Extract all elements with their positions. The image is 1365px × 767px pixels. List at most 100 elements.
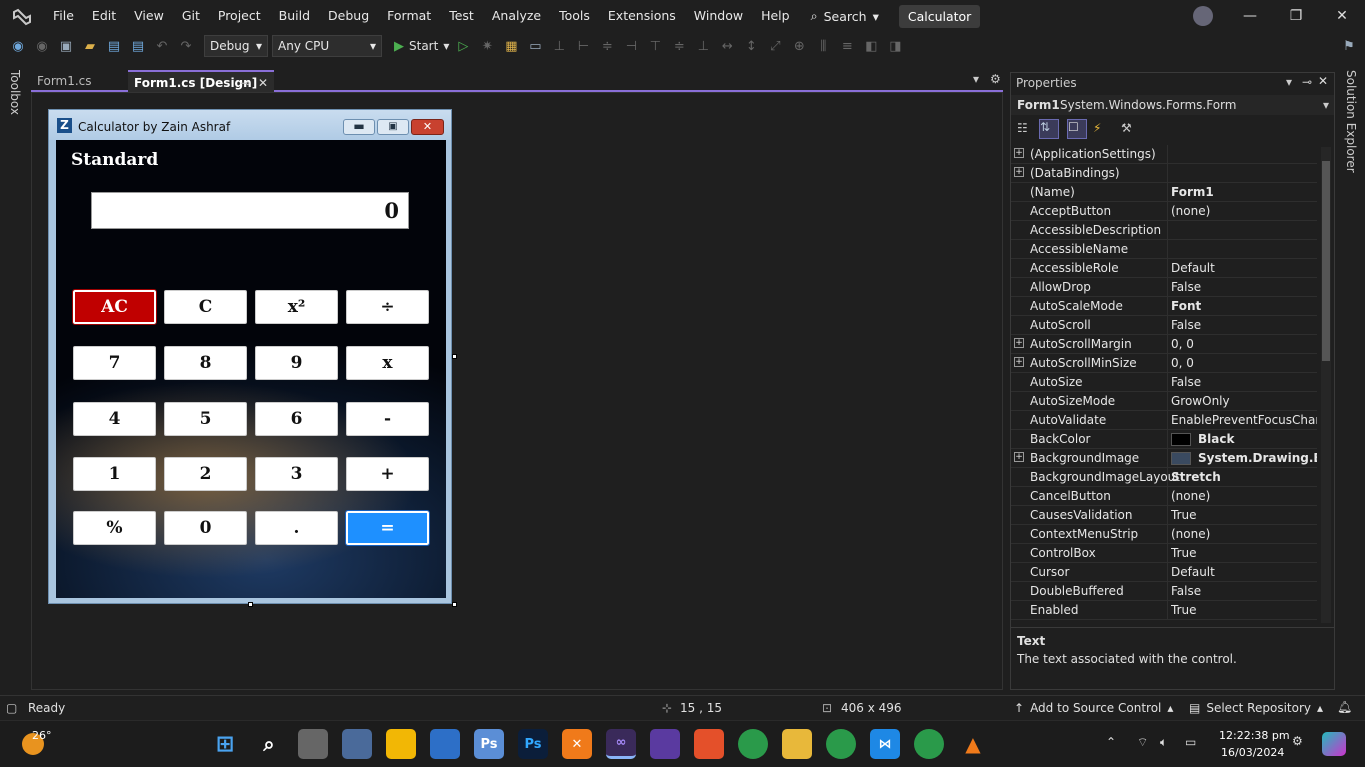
align-icon[interactable]: ⊥ xyxy=(549,36,569,56)
expand-icon[interactable]: + xyxy=(1014,357,1024,367)
add-to-source-control-button[interactable]: ↑ Add to Source Control ▴ xyxy=(1014,701,1173,715)
clock-time[interactable]: 12:22:38 pm xyxy=(1219,729,1290,742)
resize-handle-right[interactable] xyxy=(452,354,457,359)
expand-icon[interactable]: + xyxy=(1014,338,1024,348)
property-row[interactable]: AccessibleDescription xyxy=(1011,221,1317,240)
menu-analyze[interactable]: Analyze xyxy=(483,0,550,32)
calc-button-3-0[interactable]: 1 xyxy=(73,457,156,491)
feedback-icon[interactable]: ⚑ xyxy=(1339,36,1359,56)
menu-extensions[interactable]: Extensions xyxy=(599,0,685,32)
calc-button-0-1[interactable]: C xyxy=(164,290,247,324)
property-row[interactable]: Enabled True xyxy=(1011,601,1317,620)
photos-icon[interactable] xyxy=(342,729,372,759)
calc-button-3-3[interactable]: + xyxy=(346,457,429,491)
wifi-icon[interactable]: ⌔ xyxy=(1137,735,1148,750)
expand-icon[interactable]: + xyxy=(1014,148,1024,158)
align-left-icon[interactable]: ⊢ xyxy=(573,36,593,56)
restore-icon[interactable]: ❐ xyxy=(1273,0,1319,32)
property-row[interactable]: ContextMenuStrip (none) xyxy=(1011,525,1317,544)
menu-build[interactable]: Build xyxy=(270,0,319,32)
calc-button-1-0[interactable]: 7 xyxy=(73,346,156,380)
battery-icon[interactable]: ▭ xyxy=(1185,735,1196,749)
select-repository-button[interactable]: ▤ Select Repository ▴ xyxy=(1189,701,1323,715)
property-row[interactable]: (Name) Form1 xyxy=(1011,183,1317,202)
property-row[interactable]: + AutoScrollMargin 0, 0 xyxy=(1011,335,1317,354)
volume-icon[interactable]: 🔈︎ xyxy=(1160,735,1167,750)
menu-tools[interactable]: Tools xyxy=(550,0,599,32)
calc-button-4-1[interactable]: 0 xyxy=(164,511,247,545)
chrome-profile-2-icon[interactable] xyxy=(914,729,944,759)
menu-format[interactable]: Format xyxy=(378,0,440,32)
solution-explorer-icon[interactable]: ▦ xyxy=(501,36,521,56)
calc-button-1-2[interactable]: 9 xyxy=(255,346,338,380)
property-row[interactable]: BackgroundImageLayout Stretch xyxy=(1011,468,1317,487)
layout-icon[interactable]: ▭ xyxy=(525,36,545,56)
redo-icon[interactable]: ↷ xyxy=(176,36,196,56)
menu-help[interactable]: Help xyxy=(752,0,799,32)
menu-edit[interactable]: Edit xyxy=(83,0,125,32)
calc-button-0-2[interactable]: x² xyxy=(255,290,338,324)
scrollbar-thumb[interactable] xyxy=(1322,161,1330,361)
output-icon[interactable]: ▢ xyxy=(6,701,17,715)
calc-button-2-3[interactable]: - xyxy=(346,402,429,436)
notifications-icon[interactable]: 🔔︎ xyxy=(1337,700,1352,714)
chrome-profile-icon[interactable] xyxy=(826,729,856,759)
clock-date[interactable]: 16/03/2024 xyxy=(1221,746,1284,759)
align-bottom-icon[interactable]: ⊥ xyxy=(693,36,713,56)
search-box[interactable]: ⌕ Search ▾ xyxy=(799,8,891,24)
platform-dropdown[interactable]: Any CPU ▾ xyxy=(272,35,382,57)
property-row[interactable]: ControlBox True xyxy=(1011,544,1317,563)
menu-debug[interactable]: Debug xyxy=(319,0,378,32)
tab-form1-cs[interactable]: Form1.cs xyxy=(31,70,128,92)
resize-handle-bottom[interactable] xyxy=(248,602,253,607)
notification-center-icon[interactable]: ⚙ xyxy=(1292,734,1303,748)
align-top-icon[interactable]: ⊤ xyxy=(645,36,665,56)
calc-button-0-3[interactable]: ÷ xyxy=(346,290,429,324)
size-height-icon[interactable]: ↕ xyxy=(741,36,761,56)
spacing-icon[interactable]: ⫼ xyxy=(813,36,833,56)
property-scrollbar[interactable] xyxy=(1321,147,1331,623)
property-row[interactable]: AutoScroll False xyxy=(1011,316,1317,335)
vlc-icon[interactable]: ▲ xyxy=(958,729,988,759)
send-back-icon[interactable]: ◨ xyxy=(885,36,905,56)
chrome-icon[interactable] xyxy=(738,729,768,759)
property-row[interactable]: Cursor Default xyxy=(1011,563,1317,582)
align-center-icon[interactable]: ≑ xyxy=(597,36,617,56)
user-avatar[interactable] xyxy=(1193,6,1213,26)
form-close-icon[interactable]: ✕ xyxy=(411,119,444,135)
property-row[interactable]: AccessibleRole Default xyxy=(1011,259,1317,278)
hot-reload-icon[interactable]: ✷ xyxy=(477,36,497,56)
alphabetical-icon[interactable]: ⇅ xyxy=(1039,119,1059,139)
calc-button-3-1[interactable]: 2 xyxy=(164,457,247,491)
calc-button-4-0[interactable]: % xyxy=(73,511,156,545)
events-icon[interactable]: ⚡ xyxy=(1093,121,1101,135)
calc-button-1-1[interactable]: 8 xyxy=(164,346,247,380)
align-middle-icon[interactable]: ≑ xyxy=(669,36,689,56)
calc-button-2-0[interactable]: 4 xyxy=(73,402,156,436)
vertical-spacing-icon[interactable]: ≡ xyxy=(837,36,857,56)
calc-button-2-1[interactable]: 5 xyxy=(164,402,247,436)
vscode-icon[interactable]: ⋈ xyxy=(870,729,900,759)
close-panel-icon[interactable]: ✕ xyxy=(1318,74,1328,88)
copilot-icon[interactable] xyxy=(1322,732,1346,756)
configuration-dropdown[interactable]: Debug ▾ xyxy=(204,35,268,57)
property-row[interactable]: AutoSizeMode GrowOnly xyxy=(1011,392,1317,411)
pin-icon[interactable]: ⊸ xyxy=(1302,75,1312,89)
resize-handle-corner[interactable] xyxy=(452,602,457,607)
calculator-form[interactable]: Z Calculator by Zain Ashraf ▬ ▣ ✕ Standa… xyxy=(48,109,457,607)
property-row[interactable]: AllowDrop False xyxy=(1011,278,1317,297)
menu-window[interactable]: Window xyxy=(685,0,752,32)
start-button[interactable]: ▶ Start ▾ xyxy=(394,39,449,54)
photoshop-icon[interactable]: Ps xyxy=(518,729,548,759)
calc-button-3-2[interactable]: 3 xyxy=(255,457,338,491)
property-row[interactable]: BackColor Black xyxy=(1011,430,1317,449)
notes-icon[interactable] xyxy=(386,729,416,759)
pin-icon[interactable]: ⊸ xyxy=(240,72,250,94)
open-folder-icon[interactable]: ▰ xyxy=(80,36,100,56)
property-row[interactable]: AcceptButton (none) xyxy=(1011,202,1317,221)
property-row[interactable]: AutoScaleMode Font xyxy=(1011,297,1317,316)
align-right-icon[interactable]: ⊣ xyxy=(621,36,641,56)
minimize-icon[interactable]: — xyxy=(1227,0,1273,32)
close-icon[interactable]: ✕ xyxy=(1319,0,1365,32)
chevron-up-icon[interactable]: ⌃ xyxy=(1106,735,1116,749)
